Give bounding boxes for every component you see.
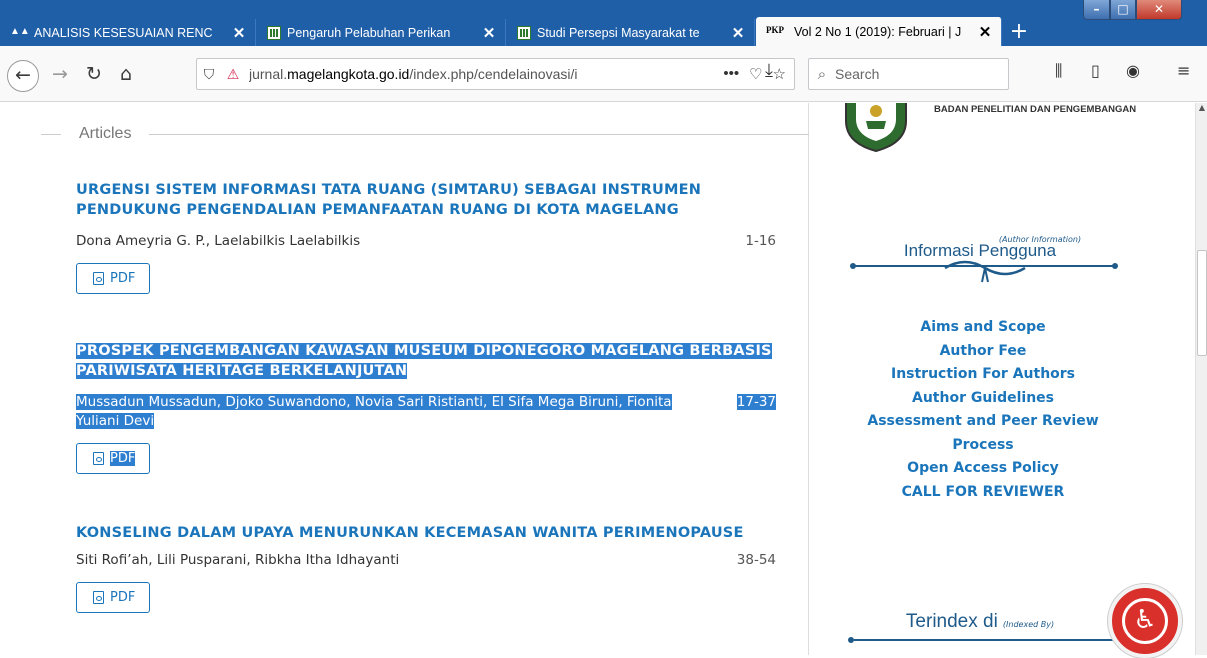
navigation-toolbar: ← → ↻ ⌂ ⛉ ⚠ jurnal.magelangkota.go.id/in… — [0, 46, 1207, 102]
minimize-icon[interactable]: – — [1083, 0, 1110, 20]
close-icon[interactable]: ✕ — [730, 24, 746, 42]
pdf-icon — [93, 591, 104, 604]
tab-analisis[interactable]: ▲▲ ANALISIS KESESUAIAN RENC ✕ — [0, 19, 256, 46]
new-tab-button[interactable]: + — [1004, 19, 1034, 46]
tab-bar: ▲▲ ANALISIS KESESUAIAN RENC ✕ Pengaruh P… — [0, 0, 1207, 46]
article-authors: Siti Rofi’ah, Lili Pusparani, Ribkha Ith… — [76, 552, 400, 568]
url-bar[interactable]: ⛉ ⚠ jurnal.magelangkota.go.id/index.php/… — [196, 58, 795, 90]
journal-icon — [517, 25, 531, 40]
link-peer-review-process[interactable]: Process — [810, 434, 1156, 458]
account-icon[interactable]: ◉ — [1126, 61, 1140, 80]
home-icon[interactable]: ⌂ — [112, 60, 140, 88]
link-aims-scope[interactable]: Aims and Scope — [810, 316, 1156, 340]
article-title-link[interactable]: PROSPEK PENGEMBANGAN KAWASAN MUSEUM DIPO… — [76, 341, 776, 381]
agency-logo — [845, 103, 907, 153]
link-open-access[interactable]: Open Access Policy — [810, 457, 1156, 481]
link-author-guidelines[interactable]: Author Guidelines — [810, 387, 1156, 411]
window-controls: – □ ✕ — [1083, 0, 1182, 21]
article-authors: Dona Ameyria G. P., Laelabilkis Laelabil… — [76, 233, 361, 249]
bookmark-star-icon[interactable]: ☆ — [773, 65, 786, 83]
scroll-thumb[interactable] — [1197, 250, 1207, 356]
back-arrow-icon[interactable]: ← — [7, 60, 39, 92]
pdf-button[interactable]: PDF — [76, 443, 151, 474]
journal-icon — [267, 25, 281, 40]
article-pages: 1-16 — [745, 233, 776, 249]
window-close-icon[interactable]: ✕ — [1136, 0, 1182, 20]
search-bar[interactable]: ⌕ Search — [808, 58, 1009, 90]
page-scrollbar[interactable]: ▲ — [1195, 103, 1207, 655]
sidebar-toggle-icon[interactable]: ▯ — [1091, 61, 1100, 80]
ornament-divider — [854, 639, 1114, 641]
dark-logo-icon: ▲▲ — [10, 25, 30, 37]
article-item: URGENSI SISTEM INFORMASI TATA RUANG (SIM… — [76, 180, 776, 294]
ornament-swirl — [944, 260, 1026, 283]
link-peer-review[interactable]: Assessment and Peer Review — [810, 410, 1156, 434]
articles-heading: Articles — [41, 125, 809, 143]
tab-pengaruh[interactable]: Pengaruh Pelabuhan Perikan ✕ — [257, 19, 506, 46]
close-icon[interactable]: ✕ — [481, 24, 497, 42]
insecure-lock-icon[interactable]: ⚠ — [221, 66, 245, 83]
forward-arrow-icon[interactable]: → — [46, 60, 74, 88]
agency-name: BADAN PENELITIAN DAN PENGEMBANGAN — [934, 104, 1137, 115]
pdf-button[interactable]: PDF — [76, 263, 151, 294]
page-actions-icon[interactable]: ••• — [723, 65, 739, 83]
url-text[interactable]: jurnal.magelangkota.go.id/index.php/cend… — [249, 66, 723, 82]
article-title-link[interactable]: KONSELING DALAM UPAYA MENURUNKAN KECEMAS… — [76, 523, 776, 543]
article-pages: 17-37 — [736, 394, 776, 410]
article-authors: Mussadun Mussadun, Djoko Suwandono, Novi… — [76, 394, 672, 429]
tab-vol2-active[interactable]: PKP Vol 2 No 1 (2019): Februari | J ✕ — [756, 17, 1002, 46]
pkp-icon: PKP — [766, 24, 784, 35]
link-instruction-authors[interactable]: Instruction For Authors — [810, 363, 1156, 387]
page-content: Articles URGENSI SISTEM INFORMASI TATA R… — [0, 103, 1195, 655]
link-call-reviewer[interactable]: CALL FOR REVIEWER — [810, 481, 1156, 505]
close-icon[interactable]: ✕ — [977, 23, 993, 41]
library-icon[interactable]: ⫼ — [1055, 61, 1062, 81]
sidebar: BADAN PENELITIAN DAN PENGEMBANGAN (Autho… — [810, 103, 1195, 655]
reload-icon[interactable]: ↻ — [80, 60, 108, 88]
scroll-up-arrow-icon[interactable]: ▲ — [1196, 103, 1207, 117]
index-heading: Terindex di (Indexed By) — [905, 611, 1055, 632]
accessibility-button[interactable]: ♿ — [1108, 584, 1182, 658]
article-item-selected: PROSPEK PENGEMBANGAN KAWASAN MUSEUM DIPO… — [76, 341, 776, 474]
pocket-icon[interactable]: ♡ — [749, 65, 762, 83]
download-icon[interactable]: ⤓ — [765, 60, 773, 81]
wheelchair-icon: ♿ — [1122, 598, 1168, 644]
author-info-links: Aims and Scope Author Fee Instruction Fo… — [810, 316, 1156, 504]
close-icon[interactable]: ✕ — [231, 24, 247, 42]
article-item: KONSELING DALAM UPAYA MENURUNKAN KECEMAS… — [76, 523, 776, 613]
articles-panel: Articles URGENSI SISTEM INFORMASI TATA R… — [41, 103, 809, 655]
pdf-button[interactable]: PDF — [76, 582, 151, 613]
shield-icon[interactable]: ⛉ — [197, 66, 221, 83]
maximize-icon[interactable]: □ — [1110, 0, 1136, 20]
search-icon: ⌕ — [817, 65, 827, 83]
link-author-fee[interactable]: Author Fee — [810, 340, 1156, 364]
article-pages: 38-54 — [736, 552, 776, 568]
pdf-icon — [93, 452, 104, 465]
pdf-icon — [93, 272, 104, 285]
menu-icon[interactable]: ≡ — [1177, 61, 1190, 80]
article-title-link[interactable]: URGENSI SISTEM INFORMASI TATA RUANG (SIM… — [76, 180, 776, 220]
tab-studi[interactable]: Studi Persepsi Masyarakat te ✕ — [507, 19, 755, 46]
